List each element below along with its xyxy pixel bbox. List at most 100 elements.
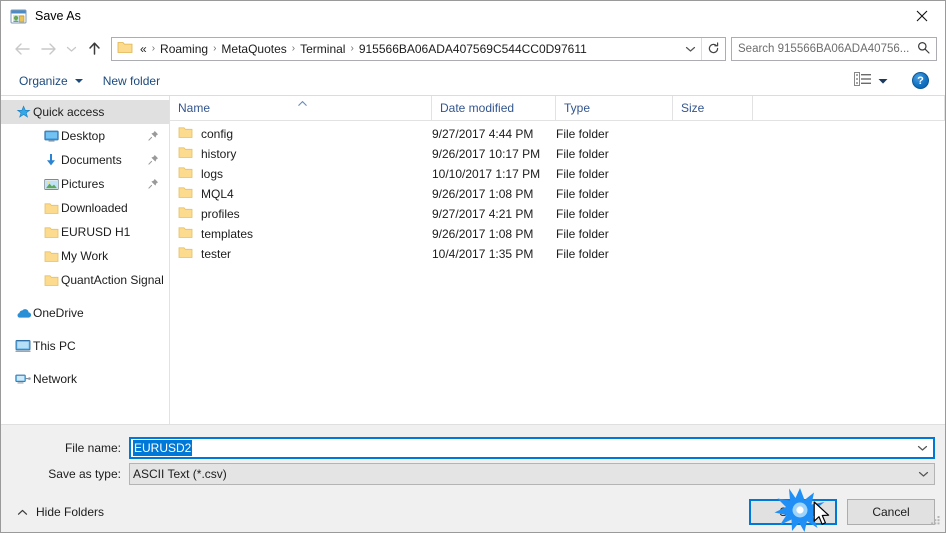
new-folder-label: New folder	[102, 73, 161, 88]
file-name-cell: profiles	[170, 206, 432, 222]
folder-icon	[178, 186, 193, 202]
chevron-down-icon	[74, 78, 83, 83]
organize-label: Organize	[19, 73, 68, 88]
folder-icon	[41, 274, 61, 287]
folder-icon	[178, 206, 193, 222]
sidebar-item-my-work[interactable]: My Work	[1, 244, 169, 268]
file-name-cell: templates	[170, 226, 432, 242]
file-name-label: File name:	[64, 441, 121, 455]
file-name-label: MQL4	[201, 187, 234, 201]
sidebar-item-label: This PC	[33, 339, 76, 353]
new-folder-button[interactable]: New folder	[93, 71, 170, 91]
sidebar-item-quantaction-signal[interactable]: QuantAction Signal	[1, 268, 169, 292]
file-name-label: templates	[201, 227, 254, 241]
table-row[interactable]: config 9/27/2017 4:44 PM File folder	[170, 124, 945, 144]
save-as-type-select[interactable]: ASCII Text (*.csv)	[129, 463, 935, 485]
refresh-icon[interactable]	[701, 37, 725, 60]
recent-locations-chevron-icon[interactable]	[61, 36, 81, 62]
sidebar-item-label: EURUSD H1	[61, 225, 131, 239]
breadcrumb-item-current[interactable]: 915566BA06ADA407569C544CC0D97611	[356, 42, 590, 56]
address-dropdown-chevron-icon[interactable]	[679, 38, 701, 60]
pin-icon[interactable]	[148, 154, 159, 168]
breadcrumb-item[interactable]: MetaQuotes	[218, 42, 289, 56]
breadcrumb-separator-icon: ›	[291, 43, 296, 54]
organize-button[interactable]: Organize	[9, 71, 93, 91]
search-icon	[917, 41, 930, 57]
sidebar-item-pictures[interactable]: Pictures	[1, 172, 169, 196]
sidebar-item-downloaded[interactable]: Downloaded	[1, 196, 169, 220]
sidebar-item-desktop[interactable]: Desktop	[1, 124, 169, 148]
breadcrumb-separator-icon: ›	[213, 43, 217, 54]
sidebar-item-network[interactable]: Network	[1, 367, 169, 391]
star-icon	[13, 104, 33, 120]
folder-icon	[41, 250, 61, 263]
save-as-icon	[10, 8, 27, 25]
file-name-row: File name: EURUSD2	[1, 437, 945, 459]
pin-icon[interactable]	[148, 178, 159, 192]
thispc-icon	[13, 339, 33, 353]
chevron-up-icon	[17, 505, 28, 519]
table-row[interactable]: templates 9/26/2017 1:08 PM File folder	[170, 224, 945, 244]
search-placeholder: Search 915566BA06ADA40756...	[738, 42, 910, 55]
forward-arrow-icon[interactable]	[35, 36, 61, 62]
file-name-input[interactable]: EURUSD2	[129, 437, 935, 459]
sidebar-item-eurusd-h1[interactable]: EURUSD H1	[1, 220, 169, 244]
file-type-cell: File folder	[556, 187, 609, 201]
column-header-label: Date modified	[440, 101, 515, 115]
hide-folders-button[interactable]: Hide Folders	[11, 505, 104, 519]
sidebar-item-quick-access[interactable]: Quick access	[1, 100, 169, 124]
file-name-cell: tester	[170, 246, 432, 262]
column-header-type[interactable]: Type	[556, 96, 673, 120]
chevron-down-icon[interactable]	[917, 439, 928, 457]
save-button[interactable]: Save	[749, 498, 837, 525]
file-name-label: config	[201, 127, 234, 141]
folder-icon	[178, 166, 193, 182]
back-arrow-icon[interactable]	[9, 36, 35, 62]
close-button[interactable]	[899, 1, 945, 31]
file-rows: config 9/27/2017 4:44 PM File folder his…	[170, 121, 945, 424]
table-row[interactable]: history 9/26/2017 10:17 PM File folder	[170, 144, 945, 164]
pin-icon[interactable]	[148, 130, 159, 144]
cancel-button-label: Cancel	[872, 504, 910, 519]
folder-icon	[41, 202, 61, 215]
save-as-type-value: ASCII Text (*.csv)	[133, 467, 227, 481]
sidebar-item-documents[interactable]: Documents	[1, 148, 169, 172]
up-arrow-icon[interactable]	[81, 36, 107, 62]
table-row[interactable]: tester 10/4/2017 1:35 PM File folder	[170, 244, 945, 264]
sidebar-item-label: Network	[33, 372, 78, 386]
cancel-button[interactable]: Cancel	[847, 498, 935, 525]
table-row[interactable]: MQL4 9/26/2017 1:08 PM File folder	[170, 184, 945, 204]
address-bar[interactable]: « › Roaming › MetaQuotes › Terminal › 91…	[111, 36, 726, 61]
sidebar-item-this-pc[interactable]: This PC	[1, 334, 169, 358]
column-header-label: Size	[681, 101, 705, 115]
view-mode-icon[interactable]	[854, 72, 872, 89]
table-row[interactable]: logs 10/10/2017 1:17 PM File folder	[170, 164, 945, 184]
breadcrumb-item[interactable]: Terminal	[297, 42, 348, 56]
folder-icon	[178, 246, 193, 262]
column-header-label: Type	[564, 101, 591, 115]
dialog-footer: Hide Folders Save Cancel	[1, 490, 945, 532]
network-icon	[13, 372, 33, 386]
breadcrumb-item[interactable]: Roaming	[157, 42, 211, 56]
help-button[interactable]: ?	[912, 72, 929, 89]
table-row[interactable]: profiles 9/27/2017 4:21 PM File folder	[170, 204, 945, 224]
sidebar-item-label: QuantAction Signal	[61, 273, 163, 287]
title-bar: Save As	[1, 1, 945, 31]
resize-grip-icon[interactable]	[930, 515, 941, 529]
column-header-size[interactable]: Size	[673, 96, 753, 120]
chevron-down-icon[interactable]	[918, 464, 929, 484]
sidebar-item-label: Downloaded	[61, 201, 128, 215]
column-header-name[interactable]: Name	[170, 96, 432, 120]
file-date-cell: 9/26/2017 10:17 PM	[432, 147, 541, 161]
column-header-date-modified[interactable]: Date modified	[432, 96, 556, 120]
sidebar-item-label: Desktop	[61, 129, 106, 143]
save-as-type-label: Save as type:	[48, 467, 121, 481]
sidebar-item-onedrive[interactable]: OneDrive	[1, 301, 169, 325]
file-type-cell: File folder	[556, 127, 609, 141]
sidebar-item-label: My Work	[61, 249, 109, 263]
view-mode-chevron-down-icon[interactable]	[878, 74, 888, 88]
search-box[interactable]: Search 915566BA06ADA40756...	[731, 36, 937, 61]
breadcrumb-separator-icon: ›	[151, 43, 156, 54]
desktop-icon	[41, 129, 61, 143]
breadcrumb-item[interactable]: «	[137, 42, 150, 56]
